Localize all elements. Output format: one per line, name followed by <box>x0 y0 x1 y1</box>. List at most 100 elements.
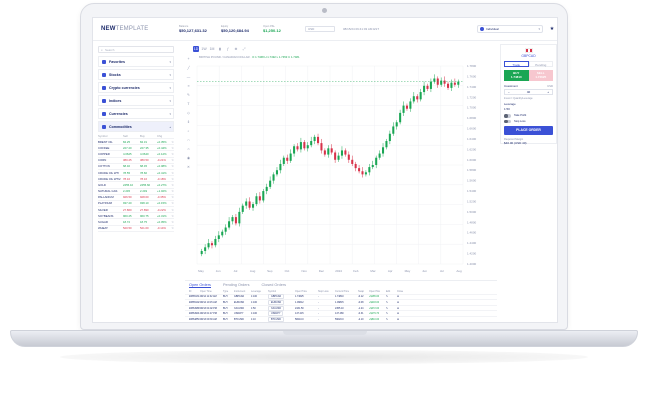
candle-body[interactable] <box>426 85 429 89</box>
indicators-icon[interactable]: ƒ <box>225 46 231 52</box>
brush-icon[interactable]: ✎ <box>185 92 192 98</box>
price-chart[interactable]: 1.7800 1.7600 1.7400 1.7200 1.7000 1.6800 1.66… <box>193 60 489 278</box>
candle-body[interactable] <box>375 157 378 165</box>
candle-body[interactable] <box>303 142 306 149</box>
eye-icon[interactable]: ◉ <box>185 155 192 161</box>
star-icon[interactable]: ☆ <box>169 183 174 187</box>
candle-body[interactable] <box>269 180 272 187</box>
candle-body[interactable] <box>385 141 388 148</box>
candle-body[interactable] <box>238 211 241 224</box>
place-order-button[interactable]: PLACE ORDER <box>504 126 553 135</box>
buy-price[interactable]: 2.249 <box>140 189 157 193</box>
sell-price[interactable]: 926.50 <box>123 195 140 199</box>
candle-body[interactable] <box>351 159 354 164</box>
candle-body[interactable] <box>221 231 224 236</box>
search-input[interactable]: ⌕ Search <box>98 46 174 53</box>
candle-body[interactable] <box>433 78 436 82</box>
edit-icon[interactable]: ✎ <box>386 295 397 298</box>
candle-body[interactable] <box>207 243 210 248</box>
measure-icon[interactable]: ⇕ <box>185 119 192 125</box>
stop-loss-toggle[interactable]: Stop Loss <box>504 119 553 123</box>
candle-body[interactable] <box>241 205 244 212</box>
candle-body[interactable] <box>310 141 313 146</box>
candle-body[interactable] <box>419 92 422 100</box>
edit-icon[interactable]: ✎ <box>386 318 397 321</box>
commodity-row[interactable]: WHEAT 520.50 521.00 -0.14% ☆ <box>98 226 174 232</box>
candle-body[interactable] <box>361 171 364 175</box>
candle-body[interactable] <box>382 147 385 154</box>
sell-price[interactable]: 380.25 <box>123 158 140 162</box>
candle-body[interactable] <box>457 81 460 85</box>
edit-icon[interactable]: ✎ <box>386 307 397 310</box>
candle-body[interactable] <box>412 96 415 102</box>
section-stocks[interactable]: Stocks ▾ <box>98 69 174 80</box>
candle-body[interactable] <box>313 136 316 142</box>
star-icon[interactable]: ☆ <box>169 164 174 168</box>
candle-body[interactable] <box>262 191 265 201</box>
timeframe-1w-button[interactable]: 1W <box>201 46 207 52</box>
candle-body[interactable] <box>317 136 320 144</box>
candle-body[interactable] <box>416 96 419 100</box>
candle-body[interactable] <box>429 81 432 89</box>
plus-icon[interactable]: + <box>547 90 549 94</box>
tab-pending-orders[interactable]: Pending Orders <box>223 283 250 287</box>
candle-body[interactable] <box>368 167 371 173</box>
star-icon[interactable]: ☆ <box>169 189 174 193</box>
text-icon[interactable]: T <box>185 101 192 107</box>
sell-price[interactable]: 4.0625 <box>123 152 140 156</box>
crosshair-icon[interactable]: + <box>185 56 192 62</box>
sell-price[interactable]: 27.860 <box>123 208 140 212</box>
sell-price[interactable]: 2455.10 <box>123 183 140 187</box>
switch-icon[interactable] <box>504 114 511 118</box>
star-icon[interactable]: ☆ <box>169 195 174 199</box>
candle-body[interactable] <box>245 201 248 206</box>
candle-body[interactable] <box>200 250 203 255</box>
sell-price[interactable]: 68.40 <box>123 164 140 168</box>
candle-body[interactable] <box>371 165 374 168</box>
trash-icon[interactable]: ✕ <box>185 164 192 170</box>
sell-price[interactable]: 2.245 <box>123 189 140 193</box>
edit-icon[interactable]: ✎ <box>386 301 397 304</box>
horizontal-line-icon[interactable]: ― <box>185 74 192 80</box>
candle-body[interactable] <box>378 153 381 158</box>
candle-body[interactable] <box>224 227 227 232</box>
buy-price[interactable]: 2455.60 <box>140 183 157 187</box>
fullscreen-icon[interactable]: ⤢ <box>241 46 247 52</box>
buy-price[interactable]: 84.31 <box>140 140 157 144</box>
minus-icon[interactable]: − <box>508 90 510 94</box>
candle-body[interactable] <box>392 126 395 134</box>
candle-body[interactable] <box>275 170 278 175</box>
candle-body[interactable] <box>443 80 446 84</box>
candle-body[interactable] <box>234 217 237 224</box>
shape-icon[interactable]: ◇ <box>185 110 192 116</box>
candle-body[interactable] <box>286 157 289 161</box>
section-currencies[interactable]: Currencies ▾ <box>98 108 174 119</box>
sell-price[interactable]: 520.50 <box>123 226 140 230</box>
buy-button[interactable]: BUY 1.74810 <box>504 70 529 81</box>
buy-price[interactable]: 18.75 <box>140 220 157 224</box>
candle-body[interactable] <box>255 196 258 205</box>
candle-body[interactable] <box>323 150 326 155</box>
candle-body[interactable] <box>402 105 405 113</box>
section-commodities[interactable]: Commodities ▴ <box>98 121 174 132</box>
star-icon[interactable]: ☆ <box>169 140 174 144</box>
currency-select[interactable]: USD <box>305 26 335 32</box>
timeframe-1m-button[interactable]: 1M <box>209 46 215 52</box>
investment-stepper[interactable]: − 40 + <box>504 89 553 95</box>
edit-icon[interactable]: ✎ <box>386 312 397 315</box>
candle-body[interactable] <box>330 148 333 153</box>
candle-body[interactable] <box>296 146 299 150</box>
candle-body[interactable] <box>340 150 343 156</box>
fib-icon[interactable]: ≡ <box>185 83 192 89</box>
candle-body[interactable] <box>440 80 443 85</box>
buy-price[interactable]: 227.35 <box>140 146 157 150</box>
take-profit-toggle[interactable]: Take Profit <box>504 114 553 118</box>
candle-body[interactable] <box>248 201 251 208</box>
candle-body[interactable] <box>327 148 330 155</box>
compare-icon[interactable]: ⊕ <box>233 46 239 52</box>
sell-price[interactable]: 84.25 <box>123 140 140 144</box>
candle-body[interactable] <box>204 247 207 251</box>
tab-pending[interactable]: Pending <box>528 61 553 67</box>
candle-body[interactable] <box>423 85 426 93</box>
candle-body[interactable] <box>228 221 231 228</box>
